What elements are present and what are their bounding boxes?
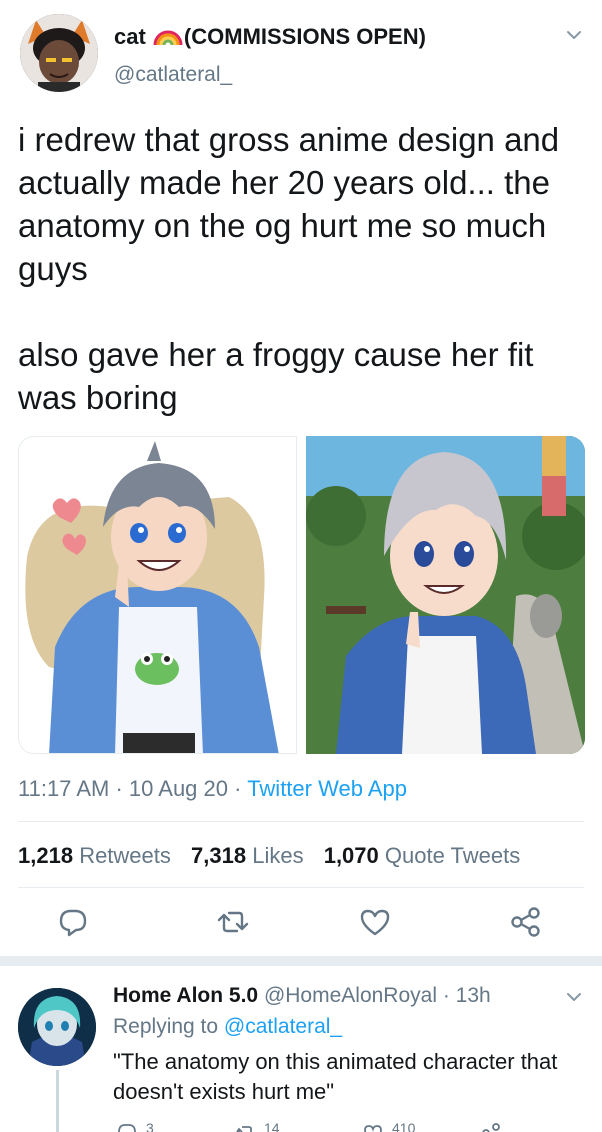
divider: [18, 821, 584, 822]
replying-to: Replying to @catlateral_: [113, 1015, 342, 1039]
author-handle[interactable]: @catlateral_: [114, 63, 232, 87]
reply-retweet-count: 14: [264, 1120, 280, 1132]
author-name[interactable]: cat (COMMISSIONS OPEN): [114, 24, 426, 50]
rainbow-icon: [153, 30, 183, 46]
reply-icon[interactable]: [55, 904, 91, 940]
tweet-image-redraw[interactable]: [18, 436, 297, 754]
chevron-down-icon[interactable]: [563, 986, 585, 1008]
meta-separator: ·: [115, 776, 129, 801]
quotes-label: Quote Tweets: [384, 843, 521, 868]
retweet-icon[interactable]: [215, 904, 251, 940]
retweets-stat[interactable]: 1,218 Retweets: [18, 843, 171, 868]
tweet-stats: 1,218 Retweets 7,318 Likes 1,070 Quote T…: [18, 843, 534, 869]
tweet-text: i redrew that gross anime design and act…: [18, 121, 560, 416]
tweet-image-original[interactable]: [306, 436, 585, 754]
likes-count: 7,318: [191, 843, 247, 868]
reply-avatar[interactable]: [18, 988, 96, 1066]
reply-display-name[interactable]: Home Alon 5.0: [113, 984, 258, 1007]
reply-reply-count: 3: [146, 1120, 154, 1132]
likes-stat[interactable]: 7,318 Likes: [191, 843, 304, 868]
replying-to-handle[interactable]: @catlateral_: [224, 1015, 342, 1038]
reply-actions: 3 14 410: [0, 1120, 602, 1132]
tweet-meta: 11:17 AM · 10 Aug 20 · Twitter Web App: [18, 776, 407, 802]
retweets-label: Retweets: [79, 843, 171, 868]
replying-label: Replying to: [113, 1015, 219, 1038]
meta-separator: ·: [442, 984, 456, 1007]
quotes-count: 1,070: [323, 843, 379, 868]
divider: [18, 887, 584, 888]
share-icon[interactable]: [480, 1122, 502, 1132]
retweets-count: 1,218: [18, 843, 74, 868]
author-avatar[interactable]: [20, 14, 98, 92]
section-separator: [0, 956, 602, 966]
reply-header: Home Alon 5.0 @HomeAlonRoyal · 13h: [113, 984, 491, 1008]
reply-icon[interactable]: [116, 1122, 138, 1132]
tweet-source[interactable]: Twitter Web App: [247, 776, 407, 801]
reply-age[interactable]: 13h: [456, 984, 491, 1007]
tweet-date[interactable]: 10 Aug 20: [129, 776, 228, 801]
like-icon[interactable]: [357, 904, 393, 940]
tweet-time[interactable]: 11:17 AM: [18, 776, 109, 801]
name-suffix: (COMMISSIONS OPEN): [183, 24, 426, 49]
reply-like-count: 410: [392, 1120, 416, 1132]
reply-text: "The anatomy on this animated character …: [113, 1049, 558, 1104]
like-icon[interactable]: [362, 1122, 384, 1132]
display-name: cat: [114, 24, 146, 49]
reply-handle[interactable]: @HomeAlonRoyal: [264, 984, 437, 1007]
meta-separator: ·: [234, 776, 248, 801]
retweet-icon[interactable]: [234, 1122, 256, 1132]
tweet-actions: [0, 904, 602, 944]
likes-label: Likes: [252, 843, 304, 868]
quotes-stat[interactable]: 1,070 Quote Tweets: [324, 843, 521, 868]
share-icon[interactable]: [508, 904, 544, 940]
chevron-down-icon[interactable]: [563, 24, 585, 46]
